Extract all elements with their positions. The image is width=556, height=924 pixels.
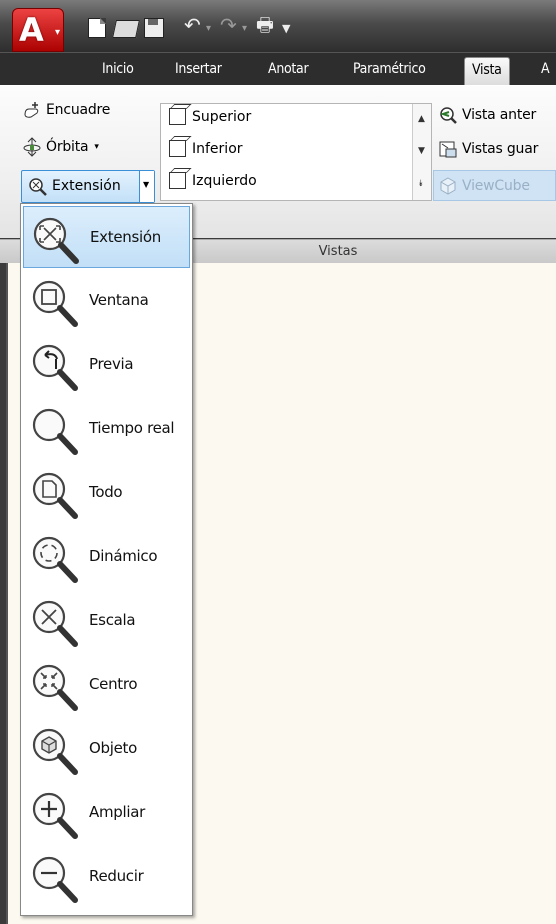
zoom-all-icon [32,472,78,519]
menu-item-tiempo-real[interactable]: Tiempo real [23,398,190,460]
menu-item-label: Escala [89,611,136,629]
viewcube-label: ViewCube [462,177,530,194]
menu-item-ampliar[interactable]: Ampliar [23,782,190,844]
undo-dropdown-icon[interactable]: ▾ [206,18,211,40]
menu-item-dinamico[interactable]: Dinámico [23,526,190,588]
zoom-dropdown-arrow[interactable]: ▼ [139,171,154,202]
menu-item-label: Tiempo real [89,419,175,437]
pan-label: Encuadre [46,102,111,118]
menu-item-extension[interactable]: Extensión [23,206,190,268]
tab-parametrico[interactable]: Paramétrico [353,61,426,77]
view-label: Superior [192,108,252,125]
zoom-object-icon [32,728,78,775]
view-item-superior[interactable]: Superior [169,108,251,125]
menu-item-label: Ventana [89,291,149,309]
previous-view-icon [438,105,458,125]
view-label: Inferior [192,140,243,157]
undo-icon[interactable]: ↶ [184,14,201,36]
new-file-icon[interactable] [88,18,106,38]
menu-item-centro[interactable]: Centro [23,654,190,716]
open-folder-icon[interactable] [112,20,140,38]
previous-view-button[interactable]: Vista anter [438,105,536,125]
zoom-window-icon [32,280,78,327]
menu-item-ventana[interactable]: Ventana [23,270,190,332]
zoom-previous-icon [32,344,78,391]
view-item-izquierdo[interactable]: Izquierdo [169,172,257,189]
menu-item-objeto[interactable]: Objeto [23,718,190,780]
zoom-extents-icon [28,177,48,201]
orbit-icon [22,137,42,157]
views-gallery[interactable]: Superior Inferior Izquierdo ▲ ▼ ⯯ [160,103,432,201]
tab-inicio[interactable]: Inicio [102,61,134,77]
view-cube-left-icon [169,172,186,189]
menu-item-label: Extensión [90,228,161,246]
zoom-scale-icon [32,600,78,647]
chevron-down-icon: ▾ [94,142,99,152]
tab-insertar[interactable]: Insertar [175,61,222,77]
tab-more[interactable]: A [541,61,550,77]
menu-item-label: Previa [89,355,134,373]
saved-views-button[interactable]: Vistas guar [438,139,538,159]
redo-dropdown-icon[interactable]: ▾ [242,18,247,40]
tab-vista[interactable]: Vista [464,57,510,85]
view-item-inferior[interactable]: Inferior [169,140,243,157]
viewcube-icon [438,176,458,196]
zoom-extents-split-button[interactable]: Extensión ▼ [21,170,155,203]
print-icon[interactable]: 🖶 [256,14,274,36]
zoom-extents-icon [33,217,79,264]
zoom-dynamic-icon [32,536,78,583]
menu-item-label: Objeto [89,739,137,757]
gallery-expand-icon[interactable]: ⯯ [418,179,423,189]
view-label: Izquierdo [192,172,257,189]
saved-views-label: Vistas guar [462,141,539,157]
orbit-label: Órbita [46,139,89,155]
view-cube-top-icon [169,108,186,125]
orbit-button[interactable]: Órbita ▾ [22,137,99,157]
menu-item-previa[interactable]: Previa [23,334,190,396]
scroll-up-icon[interactable]: ▲ [418,114,425,124]
menu-item-todo[interactable]: Todo [23,462,190,524]
application-menu-button[interactable]: A ▾ [12,8,64,52]
ribbon-tab-row: Inicio Insertar Anotar Paramétrico Vista… [0,52,556,86]
tab-anotar[interactable]: Anotar [268,61,309,77]
menu-item-label: Todo [89,483,123,501]
menu-item-reducir[interactable]: Reducir [23,846,190,908]
gallery-scrollbar[interactable]: ▲ ▼ ⯯ [412,104,431,200]
previous-view-label: Vista anter [462,107,537,123]
chevron-down-icon: ▼ [143,180,150,189]
menu-item-escala[interactable]: Escala [23,590,190,652]
zoom-in-icon [32,792,78,839]
qat-customize-icon[interactable]: ▼ [282,18,290,40]
view-cube-bottom-icon [169,140,186,157]
zoom-extents-label: Extensión [52,178,121,194]
saved-views-icon [438,139,458,159]
autocad-logo-icon: A [19,11,44,49]
menu-item-label: Dinámico [89,547,158,565]
scroll-down-icon[interactable]: ▼ [418,146,425,156]
chevron-down-icon: ▾ [54,27,60,38]
menu-item-label: Ampliar [89,803,145,821]
title-bar: A ▾ ↶ ▾ ↷ ▾ 🖶 ▼ [0,0,556,52]
redo-icon[interactable]: ↷ [220,14,237,36]
pan-hand-icon [22,100,42,120]
viewcube-toggle[interactable]: ViewCube [433,170,556,201]
save-icon[interactable] [144,18,164,38]
menu-item-label: Centro [89,675,138,693]
zoom-dropdown-menu: Extensión Ventana Previa Tiempo real Tod… [20,203,193,916]
zoom-center-icon [32,664,78,711]
zoom-realtime-icon [32,408,78,455]
zoom-out-icon [32,856,78,903]
menu-item-label: Reducir [89,867,144,885]
pan-button[interactable]: Encuadre [22,100,110,120]
